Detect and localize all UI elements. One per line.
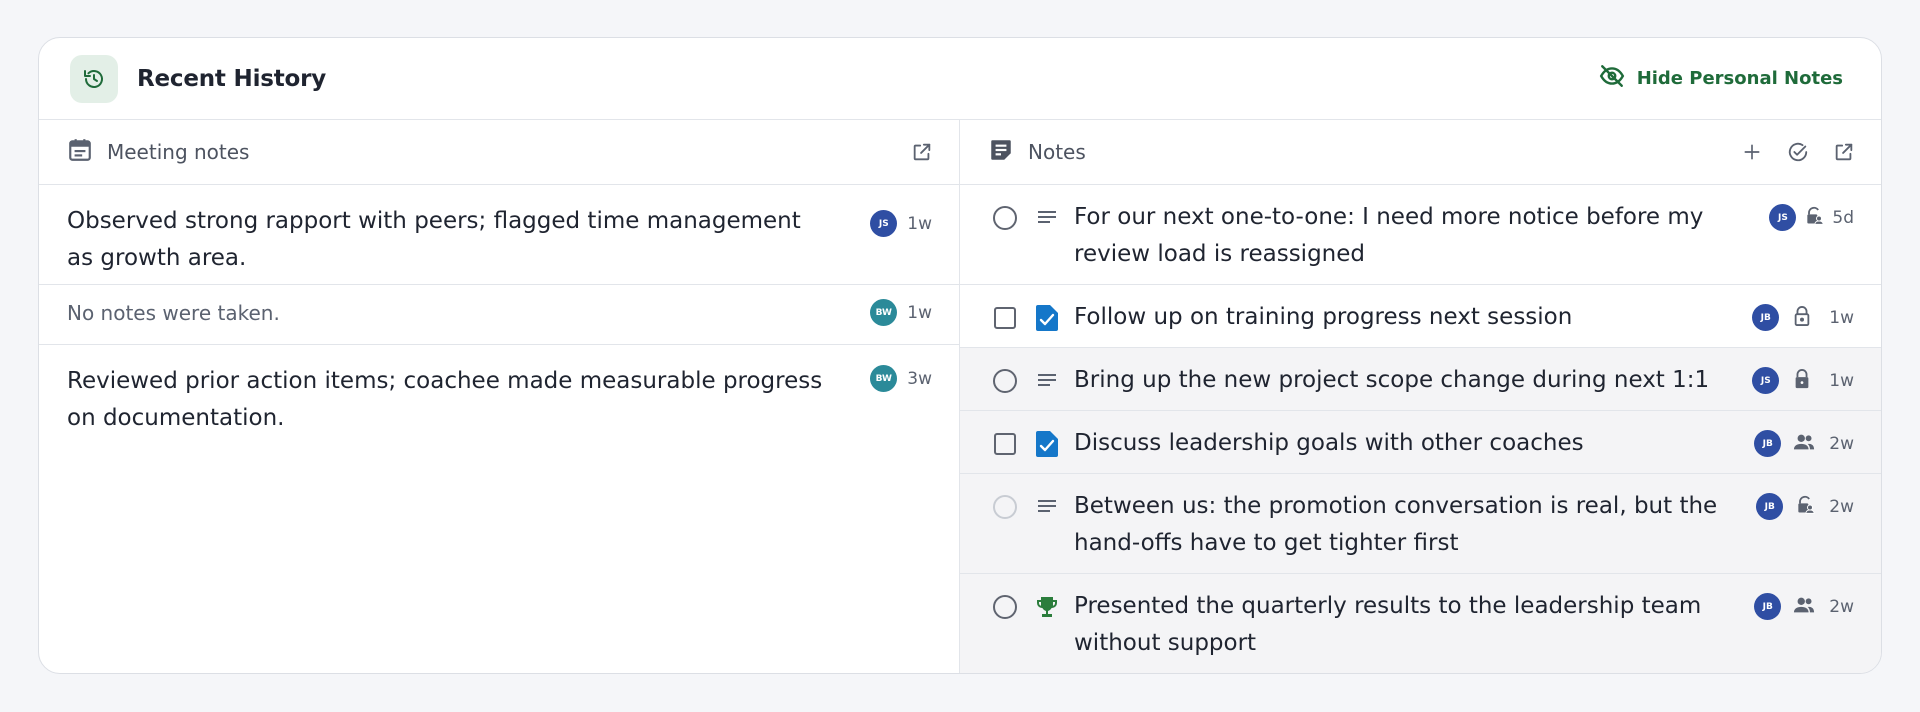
meeting-notes-title: Meeting notes bbox=[107, 140, 250, 164]
notes-panel: Notes For our next one-to-one: I need mo… bbox=[960, 120, 1881, 673]
open-external-icon[interactable] bbox=[909, 139, 935, 165]
meeting-notes-header: Meeting notes bbox=[39, 120, 959, 185]
time-ago: 2w bbox=[1829, 496, 1854, 517]
note-row[interactable]: Discuss leadership goals with other coac… bbox=[960, 411, 1881, 474]
card-header: Recent History Hide Personal Notes bbox=[39, 38, 1881, 120]
meeting-note-text: No notes were taken. bbox=[67, 301, 280, 325]
recent-history-card: Recent History Hide Personal Notes Meeti… bbox=[38, 37, 1882, 674]
people-icon bbox=[1793, 433, 1815, 455]
meeting-note-row[interactable]: Reviewed prior action items; coachee mad… bbox=[39, 345, 959, 445]
meeting-note-row[interactable]: Observed strong rapport with peers; flag… bbox=[39, 185, 959, 285]
meeting-note-row[interactable]: No notes were taken. BW 1w bbox=[39, 285, 959, 345]
avatar: JB bbox=[1756, 493, 1784, 520]
time-ago: 2w bbox=[1829, 596, 1854, 617]
meeting-note-text: Reviewed prior action items; coachee mad… bbox=[67, 368, 823, 431]
avatar: JS bbox=[870, 210, 898, 237]
avatar: JB bbox=[1754, 430, 1782, 457]
time-ago: 1w bbox=[1829, 307, 1854, 328]
note-text: Presented the quarterly results to the l… bbox=[1074, 593, 1702, 656]
complete-radio[interactable] bbox=[992, 199, 1018, 236]
avatar: JS bbox=[1769, 204, 1797, 231]
meeting-note-text: Observed strong rapport with peers; flag… bbox=[67, 208, 801, 271]
avatar: JS bbox=[1752, 367, 1780, 394]
note-text: Between us: the promotion conversation i… bbox=[1074, 493, 1718, 556]
text-lines-icon bbox=[1032, 488, 1062, 525]
note-text: For our next one-to-one: I need more not… bbox=[1074, 204, 1704, 267]
lock-person-icon bbox=[1804, 206, 1825, 230]
note-row[interactable]: Between us: the promotion conversation i… bbox=[960, 474, 1881, 574]
avatar: JB bbox=[1754, 593, 1782, 620]
add-icon[interactable] bbox=[1739, 139, 1765, 165]
task-doc-icon bbox=[1032, 425, 1062, 462]
hide-personal-notes-button[interactable]: Hide Personal Notes bbox=[1599, 63, 1843, 94]
note-row[interactable]: Presented the quarterly results to the l… bbox=[960, 574, 1881, 673]
time-ago: 3w bbox=[907, 368, 932, 389]
lock-person-icon bbox=[1795, 495, 1815, 519]
note-row[interactable]: Bring up the new project scope change du… bbox=[960, 348, 1881, 411]
avatar: BW bbox=[870, 299, 898, 326]
time-ago: 1w bbox=[1829, 370, 1854, 391]
trophy-icon bbox=[1032, 588, 1062, 625]
note-text: Follow up on training progress next sess… bbox=[1074, 304, 1573, 330]
note-row[interactable]: For our next one-to-one: I need more not… bbox=[960, 185, 1881, 285]
notes-header: Notes bbox=[960, 120, 1881, 185]
text-lines-icon bbox=[1032, 362, 1062, 399]
avatar: JB bbox=[1752, 304, 1780, 331]
lock-outline-icon bbox=[1793, 305, 1811, 330]
hide-personal-notes-label: Hide Personal Notes bbox=[1636, 68, 1843, 89]
notes-title: Notes bbox=[1028, 140, 1086, 164]
check-circle-icon[interactable] bbox=[1785, 139, 1811, 165]
lock-icon bbox=[1793, 368, 1811, 393]
complete-radio[interactable] bbox=[992, 488, 1018, 525]
note-text: Bring up the new project scope change du… bbox=[1074, 367, 1710, 393]
time-ago: 1w bbox=[907, 302, 932, 323]
eye-off-icon bbox=[1599, 63, 1625, 94]
text-lines-icon bbox=[1032, 199, 1062, 236]
time-ago: 2w bbox=[1829, 433, 1854, 454]
history-icon bbox=[70, 54, 118, 103]
meeting-notes-panel: Meeting notes Observed strong rapport wi… bbox=[39, 120, 960, 673]
open-external-icon[interactable] bbox=[1831, 139, 1857, 165]
people-icon bbox=[1793, 596, 1815, 618]
avatar: BW bbox=[870, 365, 898, 392]
note-text: Discuss leadership goals with other coac… bbox=[1074, 430, 1584, 456]
complete-radio[interactable] bbox=[992, 362, 1018, 399]
time-ago: 1w bbox=[907, 213, 932, 234]
complete-checkbox[interactable] bbox=[992, 425, 1018, 462]
complete-checkbox[interactable] bbox=[992, 299, 1018, 336]
sticky-note-icon bbox=[988, 137, 1014, 167]
complete-radio[interactable] bbox=[992, 588, 1018, 625]
card-title: Recent History bbox=[137, 65, 327, 92]
task-doc-icon bbox=[1032, 299, 1062, 336]
note-row[interactable]: Follow up on training progress next sess… bbox=[960, 285, 1881, 348]
calendar-icon bbox=[67, 137, 93, 167]
time-ago: 5d bbox=[1832, 207, 1854, 228]
